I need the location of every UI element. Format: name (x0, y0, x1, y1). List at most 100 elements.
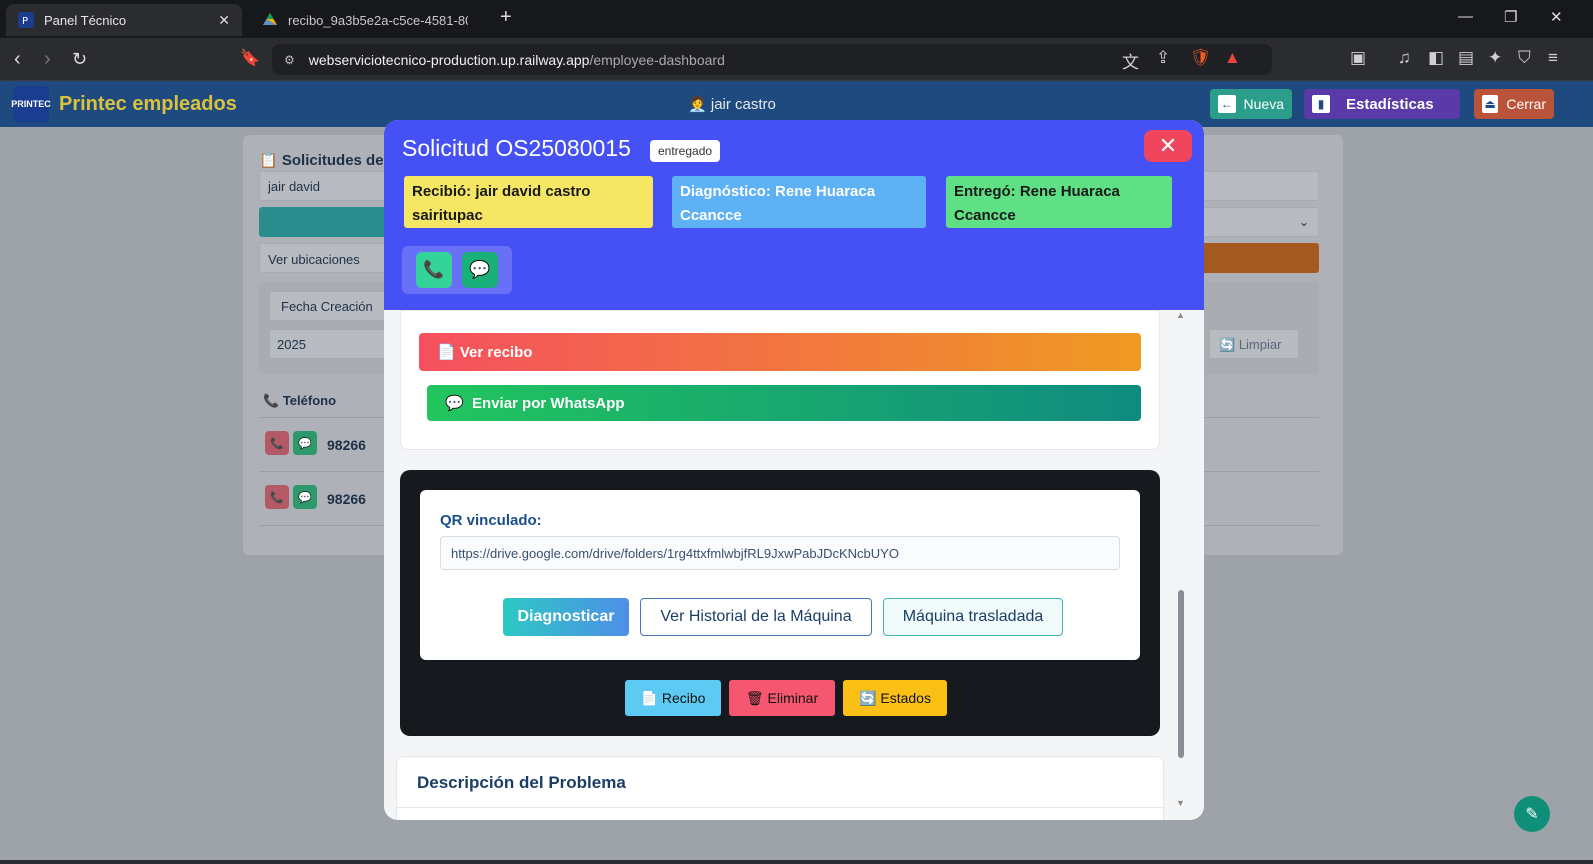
floating-assistant-button[interactable]: ✎ (1514, 796, 1550, 832)
tab-recibo[interactable]: recibo_9a3b5e2a-c5ce-4581-80bf-7c (250, 4, 480, 36)
phone-icon: 📞 (423, 260, 445, 279)
scroll-down-icon[interactable]: ▼ (1176, 798, 1185, 808)
trash-icon: 🗑 (745, 689, 764, 706)
qr-url-field[interactable]: https://drive.google.com/drive/folders/1… (440, 536, 1120, 570)
user-name: 🧑‍💼 jair castro (688, 96, 776, 113)
eject-icon: ⏏ (1482, 95, 1499, 113)
phone-icon[interactable]: 📞 (265, 485, 289, 509)
modal-scrollbar[interactable]: ▲ ▼ (1174, 310, 1188, 820)
enviar-whatsapp-button[interactable]: 💬 Enviar por WhatsApp (427, 385, 1141, 421)
chat-icon: 💬 (445, 395, 464, 412)
ver-ubicaciones-label: Ver ubicaciones (268, 252, 360, 267)
scroll-up-icon[interactable]: ▲ (1176, 310, 1185, 320)
divider (397, 807, 1165, 808)
diagnosticar-button[interactable]: Diagnosticar (503, 598, 629, 636)
solicitud-modal: Solicitud OS25080015 entregado ✕ Recibió… (384, 120, 1204, 820)
refresh-icon: 🔄 (859, 689, 877, 706)
search-value: jair david (268, 179, 321, 194)
telefono-header: 📞 Teléfono (263, 393, 337, 408)
estados-button[interactable]: 🔄 Estados (843, 680, 947, 716)
modal-body: 📄 Ver recibo 💬 Enviar por WhatsApp QR vi… (384, 310, 1204, 820)
vpn-icon[interactable]: ⛉ (1518, 48, 1531, 68)
close-modal-button[interactable]: ✕ (1144, 130, 1192, 162)
diagnostico-label: Diagnóstico: (680, 183, 771, 200)
reload-icon[interactable]: ↻ (72, 47, 87, 71)
limpiar-label: 🔄 Limpiar (1219, 337, 1282, 352)
music-icon[interactable]: ♫ (1398, 48, 1411, 68)
recibio-box: Recibió: jair david castro sairitupac (404, 176, 653, 228)
bookmark-icon[interactable]: 🔖 (240, 47, 260, 71)
nueva-button[interactable]: ← Nueva (1210, 89, 1292, 119)
svg-text:P: P (22, 16, 28, 27)
chat-button[interactable]: 💬 (462, 252, 498, 288)
chat-icon[interactable]: 💬 (293, 485, 317, 509)
translate-icon[interactable]: 文 (1122, 48, 1139, 73)
modal-title: Solicitud OS25080015 (402, 135, 631, 161)
browser-tab-bar: P Panel Técnico ✕ recibo_9a3b5e2a-c5ce-4… (0, 0, 1593, 38)
reader-mode-icon[interactable]: ▣ (1350, 48, 1366, 68)
ver-historial-button[interactable]: Ver Historial de la Máquina (640, 598, 872, 636)
window-close-icon[interactable]: ✕ (1550, 8, 1563, 26)
share-icon[interactable]: ⇪ (1156, 48, 1170, 68)
url-path: /employee-dashboard (589, 51, 725, 68)
qr-label: QR vinculado: (440, 512, 542, 529)
table-row: 98266 (327, 437, 366, 453)
chevron-down-icon: ⌄ (1299, 215, 1310, 229)
sidebar-icon[interactable]: ◧ (1428, 48, 1444, 68)
brave-rewards-icon[interactable]: ▲ (1224, 48, 1241, 68)
qr-section: QR vinculado: https://drive.google.com/d… (400, 470, 1160, 736)
printec-favicon-icon: P (18, 12, 34, 28)
browser-toolbar: ‹ › ↻ 🔖 ⚙ webserviciotecnico-production.… (0, 38, 1593, 81)
document-icon: 📄 (437, 344, 456, 361)
teal-search-button[interactable] (259, 207, 399, 237)
site-settings-icon[interactable]: ⚙ (284, 53, 295, 67)
solicitudes-title: 📋 Solicitudes de (259, 152, 384, 169)
brave-shield-icon[interactable]: 🛡 (1190, 48, 1212, 68)
google-drive-icon (262, 12, 278, 28)
wallet-icon[interactable]: ▤ (1458, 48, 1474, 68)
close-tab-icon[interactable]: ✕ (218, 12, 230, 29)
modal-header: Solicitud OS25080015 entregado ✕ Recibió… (384, 120, 1204, 310)
menu-icon[interactable]: ≡ (1548, 48, 1558, 68)
tab-title: recibo_9a3b5e2a-c5ce-4581-80bf-7c (288, 12, 468, 28)
arrow-left-icon: ← (1218, 95, 1236, 113)
recibio-label: Recibió: (412, 183, 472, 200)
forward-icon[interactable]: › (44, 47, 51, 71)
minimize-icon[interactable]: — (1458, 8, 1473, 25)
scroll-thumb[interactable] (1178, 590, 1184, 758)
status-badge: entregado (650, 140, 721, 162)
close-icon: ✕ (1158, 133, 1178, 158)
tools-icon: ✎ (1525, 806, 1539, 823)
taskbar-edge (0, 860, 1593, 864)
year-value: 2025 (277, 337, 306, 352)
descripcion-card: Descripción del Problema (396, 756, 1165, 820)
restore-icon[interactable]: ❐ (1504, 8, 1517, 26)
chat-icon[interactable]: 💬 (293, 431, 317, 455)
printec-logo: PRINTEC (11, 86, 51, 122)
recibo-card: 📄 Ver recibo 💬 Enviar por WhatsApp (400, 310, 1160, 450)
qr-card: QR vinculado: https://drive.google.com/d… (420, 490, 1140, 660)
entrego-label: Entregó: (954, 183, 1016, 200)
brand-title: Printec empleados (59, 93, 237, 115)
eliminar-button[interactable]: 🗑 Eliminar (729, 680, 835, 716)
table-row: 98266 (327, 491, 366, 507)
back-icon[interactable]: ‹ (14, 47, 21, 71)
phone-icon[interactable]: 📞 (265, 431, 289, 455)
cerrar-button[interactable]: ⏏ Cerrar (1474, 89, 1554, 119)
fecha-label: Fecha Creación (281, 299, 373, 314)
contact-buttons: 📞 💬 (402, 246, 512, 294)
descripcion-title: Descripción del Problema (417, 773, 626, 792)
ver-recibo-button[interactable]: 📄 Ver recibo (419, 333, 1141, 371)
chat-icon: 💬 (469, 260, 491, 279)
bar-chart-icon: ▮ (1312, 95, 1330, 113)
maquina-trasladada-button[interactable]: Máquina trasladada (883, 598, 1063, 636)
estadisticas-button[interactable]: ▮ Estadísticas (1304, 89, 1460, 119)
new-tab-icon[interactable]: + (500, 6, 512, 29)
leo-ai-icon[interactable]: ✦ (1488, 48, 1502, 68)
url-domain: webserviciotecnico-production.up.railway… (308, 51, 590, 68)
document-icon: 📄 (640, 689, 658, 706)
call-button[interactable]: 📞 (416, 252, 452, 288)
tab-panel-tecnico[interactable]: P Panel Técnico ✕ (6, 4, 242, 36)
diagnostico-box: Diagnóstico: Rene Huaraca Ccancce (672, 176, 926, 228)
recibo-button[interactable]: 📄 Recibo (625, 680, 721, 716)
